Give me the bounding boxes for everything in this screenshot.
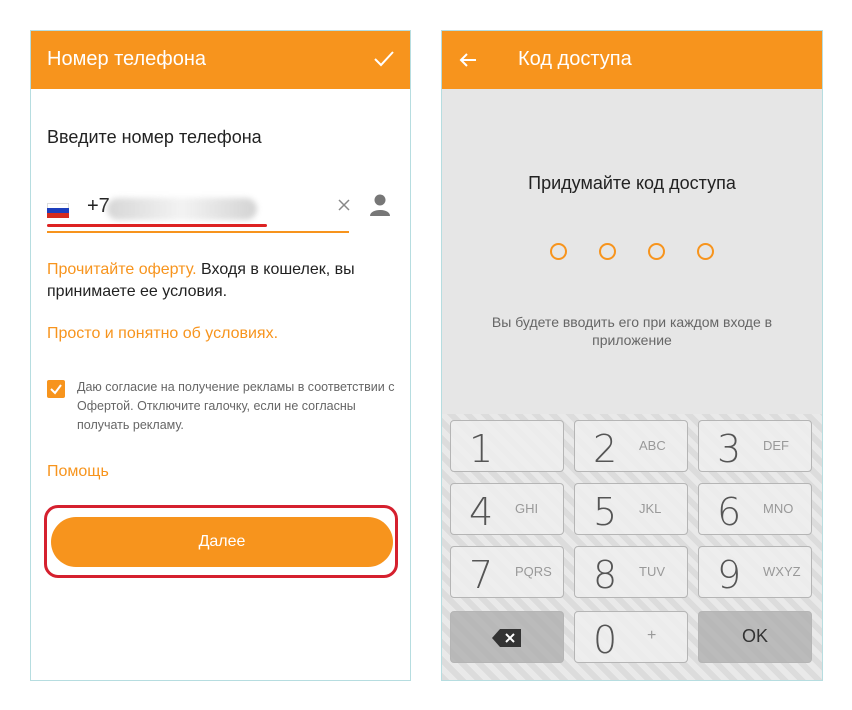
key-digit: 1 (469, 427, 494, 471)
pin-dot (550, 243, 567, 260)
key-6[interactable]: 6 MNO (698, 483, 812, 535)
key-digit: 6 (717, 490, 742, 534)
ok-label: OK (741, 626, 768, 646)
blurred-phone-number (107, 198, 257, 220)
screen-title: Код доступа (518, 48, 632, 70)
key-letters: + (647, 627, 657, 644)
pin-indicator (550, 243, 720, 260)
key-digit: 3 (717, 427, 742, 471)
help-link[interactable]: Помощь (47, 463, 109, 481)
screen-title: Номер телефона (47, 48, 207, 70)
access-code-screen: Код доступа Придумайте код доступа Вы бу… (441, 30, 823, 681)
pin-dot (648, 243, 665, 260)
terms-link[interactable]: Просто и понятно об условиях. (47, 325, 278, 343)
phone-number-screen: Номер телефона Введите номер телефона +7… (30, 30, 411, 681)
app-bar: Номер телефона (31, 31, 410, 89)
key-digit: 9 (717, 553, 742, 597)
key-digit: 2 (593, 427, 618, 471)
offer-link[interactable]: Прочитайте оферту. (47, 261, 197, 278)
key-digit: 8 (593, 553, 618, 597)
app-bar: Код доступа (442, 31, 822, 89)
key-digit: 0 (593, 618, 618, 662)
key-4[interactable]: 4 GHI (450, 483, 564, 535)
key-1[interactable]: 1 (450, 420, 564, 472)
check-icon[interactable] (372, 47, 396, 71)
code-hint: Вы будете вводить его при каждом входе в… (491, 314, 773, 348)
pin-dot (599, 243, 616, 260)
highlight-underline (47, 224, 267, 227)
key-9[interactable]: 9 WXYZ (698, 546, 812, 598)
key-letters: ABC (639, 438, 666, 453)
key-digit: 7 (469, 553, 494, 597)
russia-flag-icon (47, 203, 69, 218)
key-7[interactable]: 7 PQRS (450, 546, 564, 598)
consent-checkbox[interactable] (47, 380, 65, 398)
key-3[interactable]: 3 DEF (698, 420, 812, 472)
key-letters: GHI (515, 501, 539, 516)
key-letters: JKL (639, 501, 662, 516)
person-icon[interactable] (369, 193, 391, 217)
key-2[interactable]: 2 ABC (574, 420, 688, 472)
pin-dot (697, 243, 714, 260)
offer-text: Прочитайте оферту. Входя в кошелек, вы п… (47, 259, 377, 303)
next-button[interactable]: Далее (51, 517, 393, 567)
backspace-icon (492, 629, 521, 647)
key-letters: MNO (763, 501, 794, 516)
checkmark-icon (50, 384, 62, 395)
close-icon[interactable] (336, 197, 352, 213)
key-8[interactable]: 8 TUV (574, 546, 688, 598)
code-prompt: Придумайте код доступа (528, 173, 736, 193)
key-letters: TUV (639, 564, 665, 579)
phone-prompt: Введите номер телефона (47, 127, 262, 147)
key-digit: 4 (469, 490, 494, 534)
key-digit: 5 (593, 490, 618, 534)
ok-key[interactable]: OK (698, 611, 812, 663)
key-letters: DEF (763, 438, 789, 453)
key-0[interactable]: 0 + (574, 611, 688, 663)
key-letters: WXYZ (763, 564, 801, 579)
key-letters: PQRS (515, 564, 552, 579)
consent-label: Даю согласие на получение рекламы в соот… (77, 380, 395, 432)
arrow-left-icon[interactable] (456, 48, 480, 72)
numeric-keypad: 1 2 ABC 3 DEF 4 GHI 5 JKL 6 MNO 7 PQRS 8 (442, 414, 822, 680)
key-5[interactable]: 5 JKL (574, 483, 688, 535)
delete-key[interactable] (450, 611, 564, 663)
